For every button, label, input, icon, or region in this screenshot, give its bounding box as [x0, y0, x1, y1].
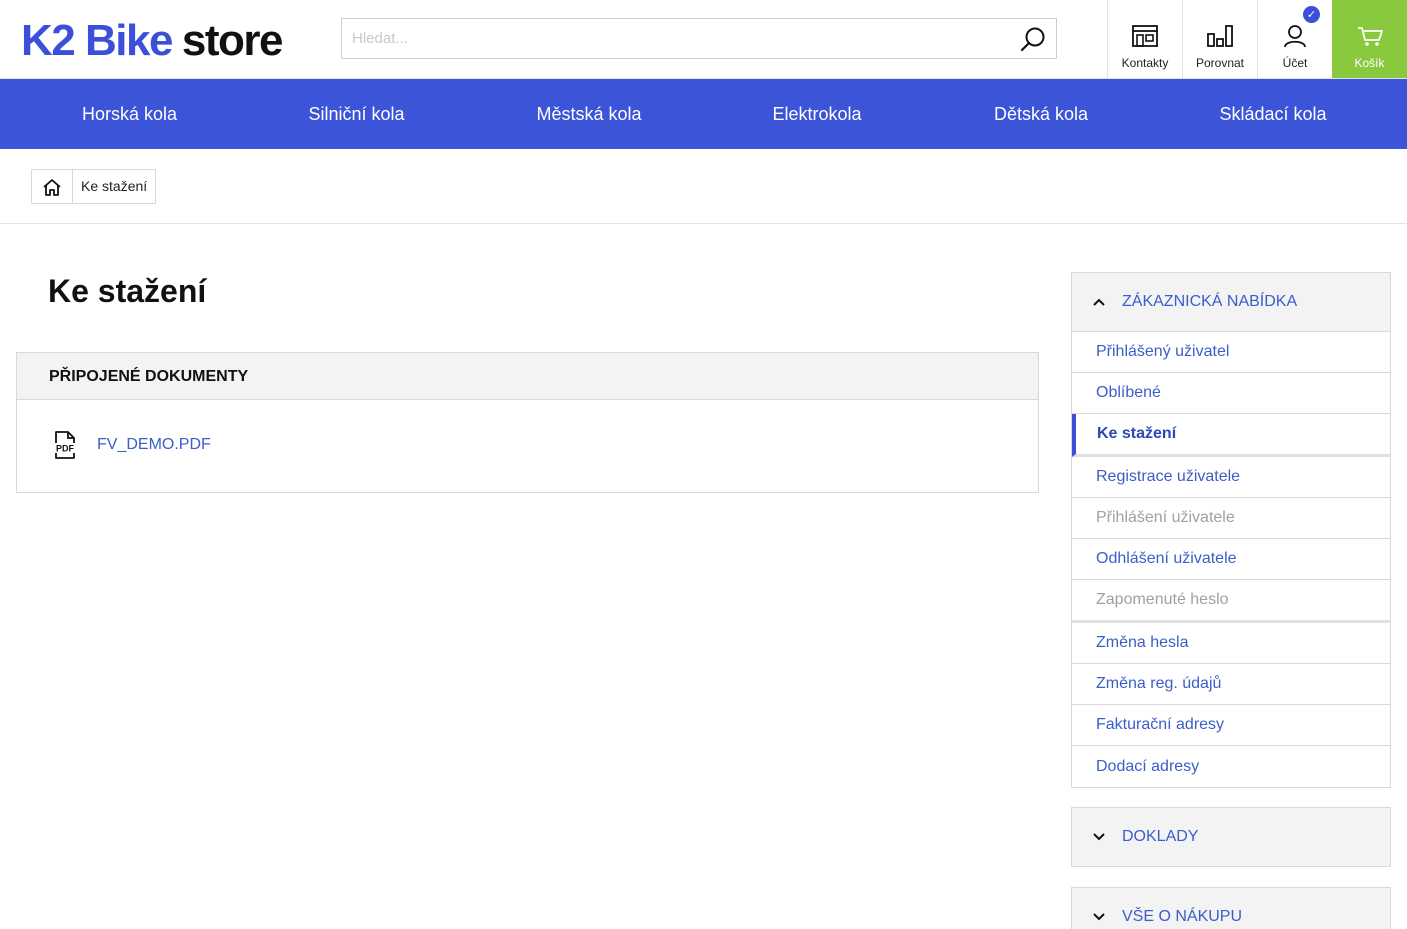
breadcrumb: Ke stažení [31, 169, 157, 204]
nav-item-road-bikes[interactable]: Silniční kola [259, 79, 454, 149]
user-icon [1284, 25, 1306, 48]
section-title: DOKLADY [1122, 828, 1199, 845]
section-title: ZÁKAZNICKÁ NABÍDKA [1122, 293, 1298, 310]
menu-item-login: Přihlášení uživatele [1072, 498, 1390, 539]
customer-menu-list: Přihlášený uživatel Oblíbené Ke stažení … [1071, 332, 1391, 788]
account-button[interactable]: ✓ Účet [1257, 0, 1332, 78]
cart-label: Košík [1354, 56, 1385, 70]
svg-text:PDF: PDF [56, 444, 75, 454]
breadcrumb-current: Ke stažení [81, 178, 148, 194]
section-header-documents[interactable]: DOKLADY [1071, 807, 1391, 867]
store-icon [1132, 25, 1158, 47]
section-title: VŠE O NÁKUPU [1122, 908, 1243, 925]
compare-label: Porovnat [1195, 56, 1245, 70]
attached-documents-header: PŘIPOJENÉ DOKUMENTY [17, 353, 1038, 400]
documents-section: DOKLADY [1071, 807, 1391, 867]
customer-menu-section: ZÁKAZNICKÁ NABÍDKA Přihlášený uživatel O… [1071, 272, 1391, 788]
section-header-shopping-info[interactable]: VŠE O NÁKUPU [1071, 887, 1391, 929]
search-icon [1020, 27, 1045, 52]
logo-brand-text: K2 Bike [21, 16, 173, 65]
site-header: K2 Bike store Kontakty Porovnat [0, 0, 1407, 79]
pdf-file-icon: PDF [53, 431, 77, 459]
chevron-down-icon [1093, 913, 1105, 921]
chevron-up-icon [1093, 298, 1105, 306]
menu-item-favorites[interactable]: Oblíbené [1072, 373, 1390, 414]
chevron-down-icon [1093, 833, 1105, 841]
contacts-label: Kontakty [1121, 56, 1169, 70]
main-navigation: Horská kola Silniční kola Městská kola E… [0, 79, 1407, 149]
account-label: Účet [1282, 56, 1308, 70]
account-check-badge: ✓ [1303, 6, 1320, 23]
menu-item-registration[interactable]: Registrace uživatele [1072, 457, 1390, 498]
cart-icon [1357, 27, 1383, 46]
section-header-customer-offer[interactable]: ZÁKAZNICKÁ NABÍDKA [1071, 272, 1391, 332]
menu-item-forgot-password: Zapomenuté heslo [1072, 580, 1390, 623]
nav-item-e-bikes[interactable]: Elektrokola [724, 79, 910, 149]
page-title: Ke stažení [48, 273, 207, 309]
nav-item-kids-bikes[interactable]: Dětská kola [910, 79, 1172, 149]
document-name: FV_DEMO.PDF [97, 436, 211, 453]
breadcrumb-home[interactable] [32, 170, 73, 203]
search-button[interactable] [1018, 24, 1048, 54]
menu-item-billing-addresses[interactable]: Fakturační adresy [1072, 705, 1390, 746]
shopping-info-section: VŠE O NÁKUPU [1071, 887, 1391, 929]
cart-button[interactable]: Košík [1332, 0, 1407, 78]
search-box [341, 18, 1057, 59]
site-logo[interactable]: K2 Bike store [21, 16, 284, 65]
menu-item-logout[interactable]: Odhlášení uživatele [1072, 539, 1390, 580]
nav-item-folding-bikes[interactable]: Skládací kola [1172, 79, 1374, 149]
home-icon [43, 178, 61, 196]
contacts-button[interactable]: Kontakty [1107, 0, 1182, 78]
menu-item-change-registration[interactable]: Změna reg. údajů [1072, 664, 1390, 705]
attached-documents-panel: PŘIPOJENÉ DOKUMENTY PDF FV_DEMO.PDF [16, 352, 1039, 493]
menu-item-delivery-addresses[interactable]: Dodací adresy [1072, 746, 1390, 787]
menu-item-change-password[interactable]: Změna hesla [1072, 623, 1390, 664]
logo-store-text: store [181, 16, 284, 65]
nav-item-city-bikes[interactable]: Městská kola [454, 79, 724, 149]
compare-button[interactable]: Porovnat [1182, 0, 1257, 78]
search-input[interactable] [342, 19, 1012, 58]
document-link[interactable]: PDF FV_DEMO.PDF [53, 431, 211, 459]
compare-chart-icon [1207, 25, 1233, 47]
breadcrumb-bar: Ke stažení [0, 149, 1407, 224]
nav-item-mountain-bikes[interactable]: Horská kola [0, 79, 259, 149]
menu-item-logged-user[interactable]: Přihlášený uživatel [1072, 332, 1390, 373]
menu-item-downloads[interactable]: Ke stažení [1072, 414, 1390, 457]
